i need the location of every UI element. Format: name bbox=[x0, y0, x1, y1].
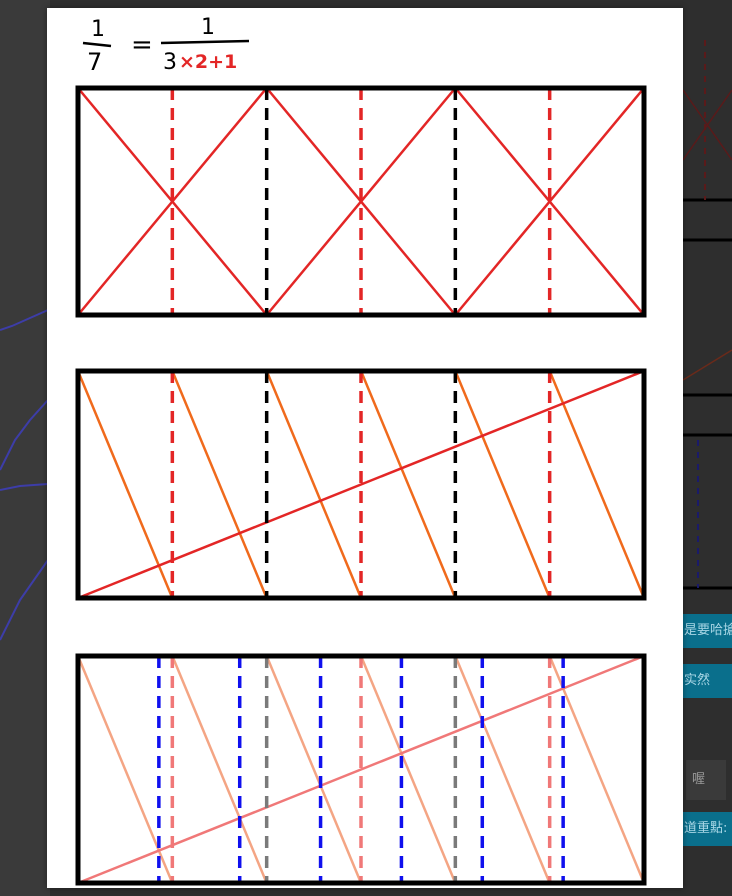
denominator-times-two-plus-one: ×2+1 bbox=[179, 51, 237, 73]
slanted-line bbox=[265, 370, 363, 599]
slanted-line bbox=[548, 370, 646, 599]
background-chip: 是要哈搶 bbox=[680, 614, 732, 648]
panel-2 bbox=[75, 368, 647, 601]
slanted-line bbox=[171, 655, 268, 884]
slanted-line bbox=[265, 655, 363, 884]
background-chip: 喔 bbox=[686, 760, 726, 800]
slanted-line bbox=[454, 655, 551, 884]
panel-3 bbox=[75, 653, 647, 886]
slanted-line bbox=[76, 370, 174, 599]
denominator-left: 7 bbox=[87, 48, 102, 76]
background-chip: 实然 bbox=[680, 664, 732, 698]
equals-sign: = bbox=[131, 30, 153, 60]
slanted-line bbox=[548, 655, 646, 884]
long-diagonal bbox=[77, 654, 645, 885]
slanted-line bbox=[76, 655, 174, 884]
slanted-line bbox=[359, 655, 457, 884]
slanted-line bbox=[171, 370, 268, 599]
denominator-three: 3 bbox=[163, 50, 177, 75]
numerator-left: 1 bbox=[91, 17, 105, 42]
fraction-diagram: 1 7 = 1 3 ×2+1 bbox=[75, 15, 647, 886]
long-diagonal bbox=[77, 369, 645, 600]
background-chip: 道重點: 要 bbox=[680, 812, 732, 846]
formula: 1 7 = 1 3 ×2+1 bbox=[82, 15, 250, 76]
image-viewer: 1 7 = 1 3 ×2+1 bbox=[47, 8, 683, 888]
numerator-right: 1 bbox=[201, 15, 215, 40]
slanted-line bbox=[454, 370, 551, 599]
slanted-line bbox=[359, 370, 457, 599]
panel-1 bbox=[75, 85, 647, 318]
